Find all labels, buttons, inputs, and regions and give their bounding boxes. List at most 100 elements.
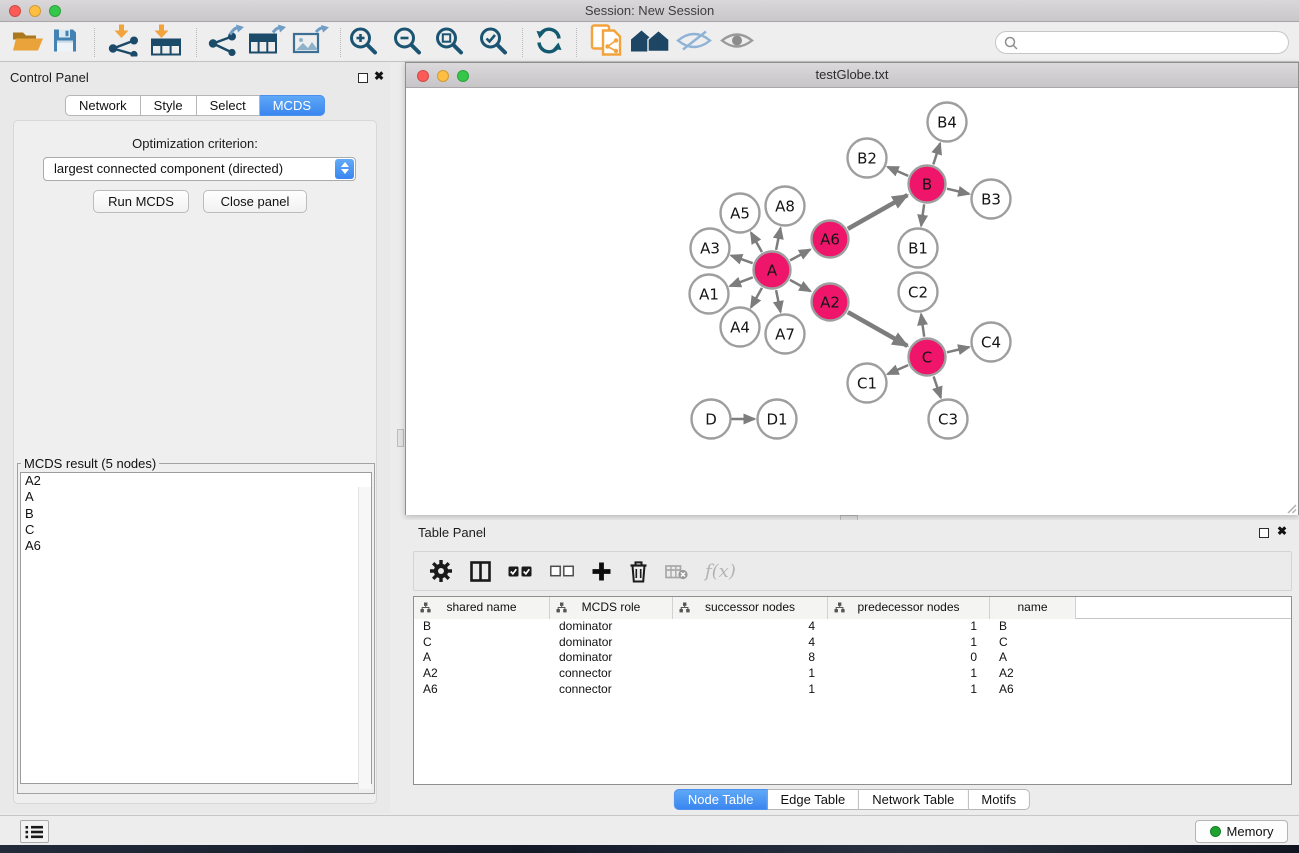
zoom-fit-icon[interactable]	[434, 26, 464, 59]
graph-node-C3[interactable]: C3	[929, 400, 968, 439]
close-window-button[interactable]	[9, 5, 21, 17]
edge-B-B4[interactable]	[933, 143, 940, 164]
graph-node-A8[interactable]: A8	[766, 187, 805, 226]
graph-node-C2[interactable]: C2	[899, 273, 938, 312]
close-panel-icon[interactable]: ✖	[374, 69, 384, 83]
table-row[interactable]: Bdominator41B	[414, 619, 1291, 635]
graph-node-A[interactable]: A	[754, 252, 791, 289]
clone-network-icon[interactable]	[590, 24, 626, 61]
network-graph[interactable]: B4B2BB3A8A5A6A3B1AA1C2A2A4A7C4CC1C3DD1	[406, 89, 1298, 515]
edge-A-A8[interactable]	[776, 228, 780, 250]
show-graphics-details-icon[interactable]	[720, 30, 754, 55]
tab-network[interactable]: Network	[65, 95, 141, 116]
save-session-icon[interactable]	[52, 28, 78, 57]
edge-A-A4[interactable]	[751, 288, 762, 308]
zoom-out-icon[interactable]	[392, 26, 422, 59]
table-row[interactable]: A6connector11A6	[414, 682, 1291, 698]
select-all-columns-icon[interactable]	[508, 565, 533, 578]
graph-node-B2[interactable]: B2	[848, 139, 887, 178]
list-item[interactable]: A	[21, 489, 371, 505]
graph-node-A2[interactable]: A2	[812, 284, 849, 321]
minimize-window-button[interactable]	[29, 5, 41, 17]
zoom-window-button[interactable]	[49, 5, 61, 17]
list-item[interactable]: B	[21, 506, 371, 522]
edge-A-A5[interactable]	[751, 233, 762, 253]
memory-button[interactable]: Memory	[1195, 820, 1288, 843]
export-table-icon[interactable]	[248, 25, 286, 60]
zoom-selected-icon[interactable]	[478, 26, 508, 59]
table-row[interactable]: A2connector11A2	[414, 666, 1291, 682]
open-file-icon[interactable]	[12, 28, 44, 57]
edge-A2-C[interactable]	[848, 312, 908, 346]
edge-C-C4[interactable]	[947, 347, 969, 352]
edge-C-C3[interactable]	[934, 376, 941, 397]
vertical-splitter-handle[interactable]	[397, 429, 404, 447]
add-column-icon[interactable]	[591, 561, 612, 582]
column-header-shared-name[interactable]: shared name	[414, 597, 550, 619]
export-image-icon[interactable]	[292, 25, 329, 59]
close-window-button[interactable]	[417, 70, 429, 82]
column-header-successor-nodes[interactable]: successor nodes	[673, 597, 828, 619]
optimization-criterion-dropdown[interactable]: largest connected component (directed)	[43, 157, 356, 181]
list-item[interactable]: A6	[21, 538, 371, 554]
tab-edge-table[interactable]: Edge Table	[767, 789, 859, 810]
graph-node-B3[interactable]: B3	[972, 180, 1011, 219]
import-table-icon[interactable]	[148, 25, 184, 60]
column-header-name[interactable]: name	[990, 597, 1076, 619]
show-columns-icon[interactable]	[470, 561, 491, 582]
refresh-view-icon[interactable]	[534, 26, 564, 59]
tab-style[interactable]: Style	[141, 95, 197, 116]
table-options-gear-icon[interactable]	[429, 559, 453, 583]
tab-select[interactable]: Select	[197, 95, 260, 116]
graph-node-A6[interactable]: A6	[812, 221, 849, 258]
edge-A-A6[interactable]	[790, 250, 810, 261]
edge-C-C2[interactable]	[921, 314, 924, 336]
deselect-all-columns-icon[interactable]	[550, 565, 574, 577]
hide-annotations-icon[interactable]	[676, 28, 712, 57]
tab-node-table[interactable]: Node Table	[674, 789, 768, 810]
edge-A-A7[interactable]	[776, 290, 780, 312]
import-network-icon[interactable]	[106, 25, 142, 60]
edge-B-B2[interactable]	[888, 167, 909, 176]
dropdown-stepper-icon[interactable]	[335, 159, 354, 179]
task-history-button[interactable]	[20, 820, 49, 843]
tab-motifs[interactable]: Motifs	[968, 789, 1030, 810]
edge-A-A1[interactable]	[730, 277, 753, 286]
float-panel-icon[interactable]	[1259, 528, 1269, 538]
graph-node-B1[interactable]: B1	[899, 229, 938, 268]
graph-node-A5[interactable]: A5	[721, 194, 760, 233]
graph-node-A4[interactable]: A4	[721, 308, 760, 347]
list-item[interactable]: A2	[21, 473, 371, 489]
graph-node-B[interactable]: B	[909, 166, 946, 203]
column-header-mcds-role[interactable]: MCDS role	[550, 597, 673, 619]
minimize-window-button[interactable]	[437, 70, 449, 82]
export-network-icon[interactable]	[206, 25, 244, 60]
zoom-in-icon[interactable]	[348, 26, 378, 59]
graph-node-C4[interactable]: C4	[972, 323, 1011, 362]
close-panel-icon[interactable]: ✖	[1277, 524, 1287, 538]
float-panel-icon[interactable]	[358, 73, 368, 83]
resize-grip-icon[interactable]	[1286, 503, 1297, 514]
close-panel-button[interactable]: Close panel	[203, 190, 307, 213]
graph-node-A3[interactable]: A3	[691, 229, 730, 268]
edge-A-A2[interactable]	[790, 280, 810, 291]
graph-node-A1[interactable]: A1	[690, 275, 729, 314]
home-icon[interactable]	[630, 28, 670, 57]
graph-node-B4[interactable]: B4	[928, 103, 967, 142]
tab-mcds[interactable]: MCDS	[260, 95, 325, 116]
graph-node-C[interactable]: C	[909, 339, 946, 376]
table-row[interactable]: Adominator80A	[414, 650, 1291, 666]
table-row[interactable]: Cdominator41C	[414, 635, 1291, 651]
column-header-predecessor-nodes[interactable]: predecessor nodes	[828, 597, 990, 619]
delete-column-icon[interactable]	[629, 560, 648, 583]
edge-B-B3[interactable]	[947, 189, 969, 194]
zoom-window-button[interactable]	[457, 70, 469, 82]
tab-network-table[interactable]: Network Table	[859, 789, 968, 810]
edge-B-B1[interactable]	[921, 204, 924, 225]
edge-A6-B[interactable]	[848, 195, 908, 229]
network-canvas[interactable]: B4B2BB3A8A5A6A3B1AA1C2A2A4A7C4CC1C3DD1	[406, 89, 1298, 515]
search-input[interactable]	[1023, 35, 1288, 50]
edge-A-A3[interactable]	[731, 256, 752, 264]
edge-C-C1[interactable]	[888, 365, 909, 374]
graph-node-D1[interactable]: D1	[758, 400, 797, 439]
